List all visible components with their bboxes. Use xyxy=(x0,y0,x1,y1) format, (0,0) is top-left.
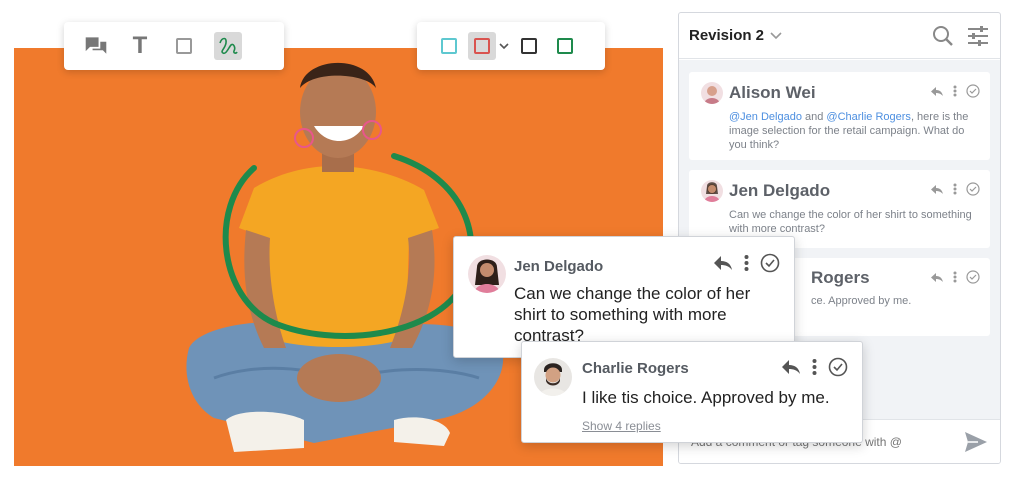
mention-link[interactable]: @Charlie Rogers xyxy=(826,111,911,123)
resolve-check-icon[interactable] xyxy=(966,84,980,98)
comment-card[interactable]: Alison Wei @Jen Delgado and @Charlie Rog… xyxy=(689,72,990,160)
comment-author: Jen Delgado xyxy=(514,258,604,275)
avatar xyxy=(701,180,723,202)
chevron-down-icon xyxy=(499,43,509,50)
text-tool-button[interactable]: T xyxy=(118,22,162,70)
speech-bubbles-icon xyxy=(85,37,107,54)
resolve-check-icon[interactable] xyxy=(760,253,780,273)
resolve-check-icon[interactable] xyxy=(966,270,980,284)
comment-popup[interactable]: Charlie Rogers I like tis choice. Approv… xyxy=(521,341,863,443)
squiggle-icon xyxy=(219,37,238,55)
more-vertical-icon[interactable] xyxy=(953,271,957,283)
avatar xyxy=(534,358,572,396)
more-vertical-icon[interactable] xyxy=(953,85,957,97)
text-T-icon: T xyxy=(132,32,148,59)
rectangle-tool-button[interactable] xyxy=(162,22,206,70)
green-swatch[interactable] xyxy=(547,22,583,70)
comment-text: ce. Approved by me. xyxy=(811,295,912,307)
comment-text: I like tis choice. Approved by me. xyxy=(582,388,830,407)
reply-icon[interactable] xyxy=(713,255,733,271)
panel-header: Revision 2 xyxy=(679,13,1000,59)
reply-icon[interactable] xyxy=(930,272,944,283)
more-vertical-icon[interactable] xyxy=(812,358,817,376)
comment-text: @Jen Delgado and @Charlie Rogers, here i… xyxy=(729,111,969,151)
resolve-check-icon[interactable] xyxy=(966,182,980,196)
comment-author: Alison Wei xyxy=(729,83,816,102)
more-vertical-icon[interactable] xyxy=(744,254,749,272)
avatar xyxy=(468,255,506,293)
teal-swatch[interactable] xyxy=(431,22,467,70)
more-vertical-icon[interactable] xyxy=(953,183,957,195)
green-square-icon xyxy=(557,38,573,54)
color-toolbar xyxy=(417,22,605,70)
reply-icon[interactable] xyxy=(930,184,944,195)
red-swatch[interactable] xyxy=(467,22,497,70)
black-square-icon xyxy=(521,38,537,54)
search-icon[interactable] xyxy=(932,25,954,47)
reply-icon[interactable] xyxy=(930,86,944,97)
resolve-check-icon[interactable] xyxy=(828,357,848,377)
comment-popup[interactable]: Jen Delgado Can we change the color of h… xyxy=(453,236,795,358)
mention-link[interactable]: @Jen Delgado xyxy=(729,111,802,123)
square-outline-icon xyxy=(176,38,192,54)
comment-tool-button[interactable] xyxy=(74,22,118,70)
freehand-tool-button[interactable] xyxy=(206,22,250,70)
comment-author: Rogers xyxy=(811,268,870,287)
chevron-down-icon[interactable] xyxy=(770,31,782,40)
reply-icon[interactable] xyxy=(781,359,801,375)
show-replies-link[interactable]: Show 4 replies xyxy=(582,419,661,433)
comment-text: Can we change the color of her shirt to … xyxy=(729,209,972,235)
filter-sliders-icon[interactable] xyxy=(966,25,990,47)
comment-author: Charlie Rogers xyxy=(582,360,689,377)
color-dropdown[interactable] xyxy=(497,22,511,70)
black-swatch[interactable] xyxy=(511,22,547,70)
revision-selector[interactable]: Revision 2 xyxy=(689,27,764,44)
annotation-toolbar: T xyxy=(64,22,284,70)
avatar xyxy=(701,82,723,104)
teal-square-icon xyxy=(441,38,457,54)
send-icon[interactable] xyxy=(964,431,988,453)
comment-text: Can we change the color of her shirt to … xyxy=(514,284,751,345)
red-square-icon xyxy=(474,38,490,54)
comment-author: Jen Delgado xyxy=(729,181,831,200)
